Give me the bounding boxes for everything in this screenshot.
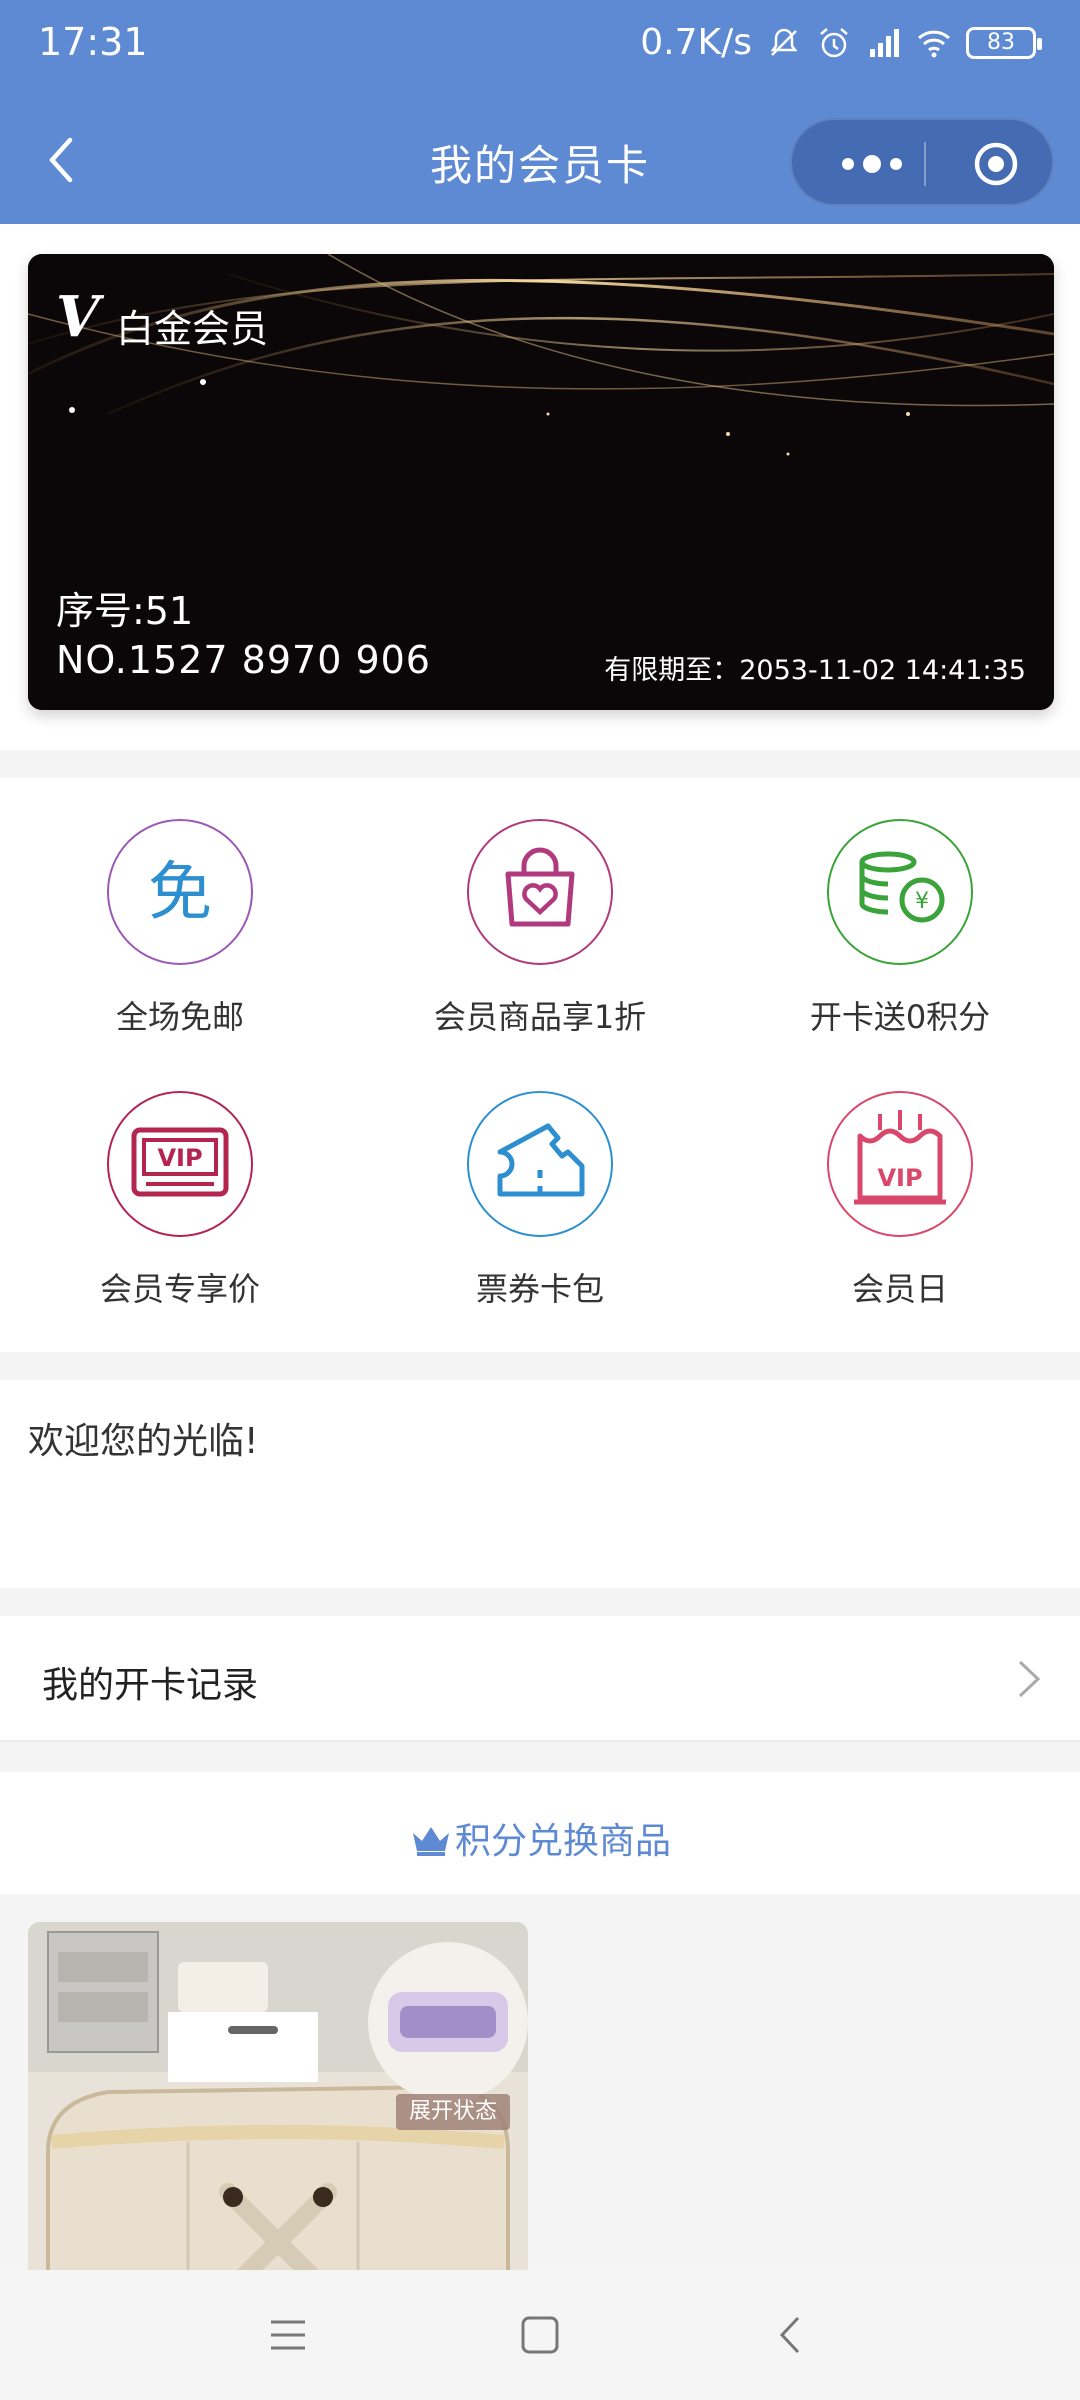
benefit-label: 会员商品享1折 [433,998,647,1036]
benefit-points-gift[interactable]: ¥ 开卡送0积分 [720,778,1080,1048]
card-records-row[interactable]: 我的开卡记录 [0,1616,1080,1742]
menu-icon[interactable] [263,2310,313,2360]
free-shipping-glyph: 免 [148,856,212,930]
benefit-label: 票券卡包 [475,1270,604,1308]
birthday-cake-icon: VIP [827,1091,973,1237]
card-section: V 白金会员 序号:51 NO.1527 8970 906 有限期至：2053-… [0,224,1080,750]
welcome-section: 欢迎您的光临! [0,1380,1080,1588]
yuan-glyph: ¥ [915,889,929,914]
battery-icon: 83 [966,26,1042,59]
capsule-divider [924,142,926,186]
more-icon[interactable] [826,142,936,186]
status-bar: 17:31 0.7K/s 83 [0,0,1080,90]
card-logo: V [56,284,100,350]
product-list: 展开状态 [0,1894,1080,2270]
crown-icon [412,1827,449,1856]
card-number: NO.1527 8970 906 [56,638,431,682]
signal-icon [870,28,899,57]
coins-icon: ¥ [827,819,973,965]
chevron-right-icon [1018,1660,1041,1698]
benefit-member-discount[interactable]: 会员商品享1折 [360,778,720,1048]
target-icon[interactable] [972,140,1020,188]
mute-icon [770,28,798,56]
card-expiry: 有限期至：2053-11-02 14:41:35 [604,655,1026,686]
free-shipping-icon: 免 [107,819,253,965]
vip-ticket-icon: VIP [107,1091,253,1237]
back-nav-icon[interactable] [766,2310,816,2360]
wifi-icon [917,30,951,57]
card-level: 白金会员 [116,307,269,351]
benefit-label: 会员专享价 [99,1270,260,1308]
network-speed: 0.7K/s [640,22,752,63]
status-right: 0.7K/s 83 [640,22,1042,63]
benefit-coupon-wallet[interactable]: 票券卡包 [360,1050,720,1320]
status-time: 17:31 [38,20,148,64]
benefit-label: 会员日 [851,1270,948,1308]
points-exchange-header: 积分兑换商品 [0,1772,1080,1894]
vip-glyph: VIP [877,1164,922,1192]
card-sequence: 序号:51 [56,589,194,633]
benefit-free-shipping[interactable]: 免 全场免邮 [0,778,360,1048]
vip-glyph: VIP [157,1144,202,1172]
product-card[interactable]: 展开状态 [28,1922,528,2270]
benefit-member-day[interactable]: VIP 会员日 [720,1050,1080,1320]
points-exchange-title: 积分兑换商品 [454,1821,671,1862]
welcome-text: 欢迎您的光临! [28,1421,259,1462]
shopping-bag-heart-icon [467,819,613,965]
benefit-label: 开卡送0积分 [809,998,991,1036]
card-records-label: 我的开卡记录 [42,1665,259,1706]
header: 17:31 0.7K/s 83 我的会员卡 [0,0,1080,224]
benefit-member-price[interactable]: VIP 会员专享价 [0,1050,360,1320]
alarm-icon [820,27,848,57]
member-card[interactable]: V 白金会员 序号:51 NO.1527 8970 906 有限期至：2053-… [28,254,1054,710]
benefits-grid: 免 全场免邮 会员商品享1折 ¥ 开卡送0积分 VIP 会员专享价 票券卡包 V… [0,778,1080,1352]
mini-program-capsule [790,118,1054,206]
navbar: 我的会员卡 [0,104,1080,214]
ticket-icon [467,1091,613,1237]
product-tag: 展开状态 [396,2094,510,2130]
home-icon[interactable] [515,2310,565,2360]
system-navigation-bar [0,2270,1080,2400]
benefit-label: 全场免邮 [115,998,244,1036]
